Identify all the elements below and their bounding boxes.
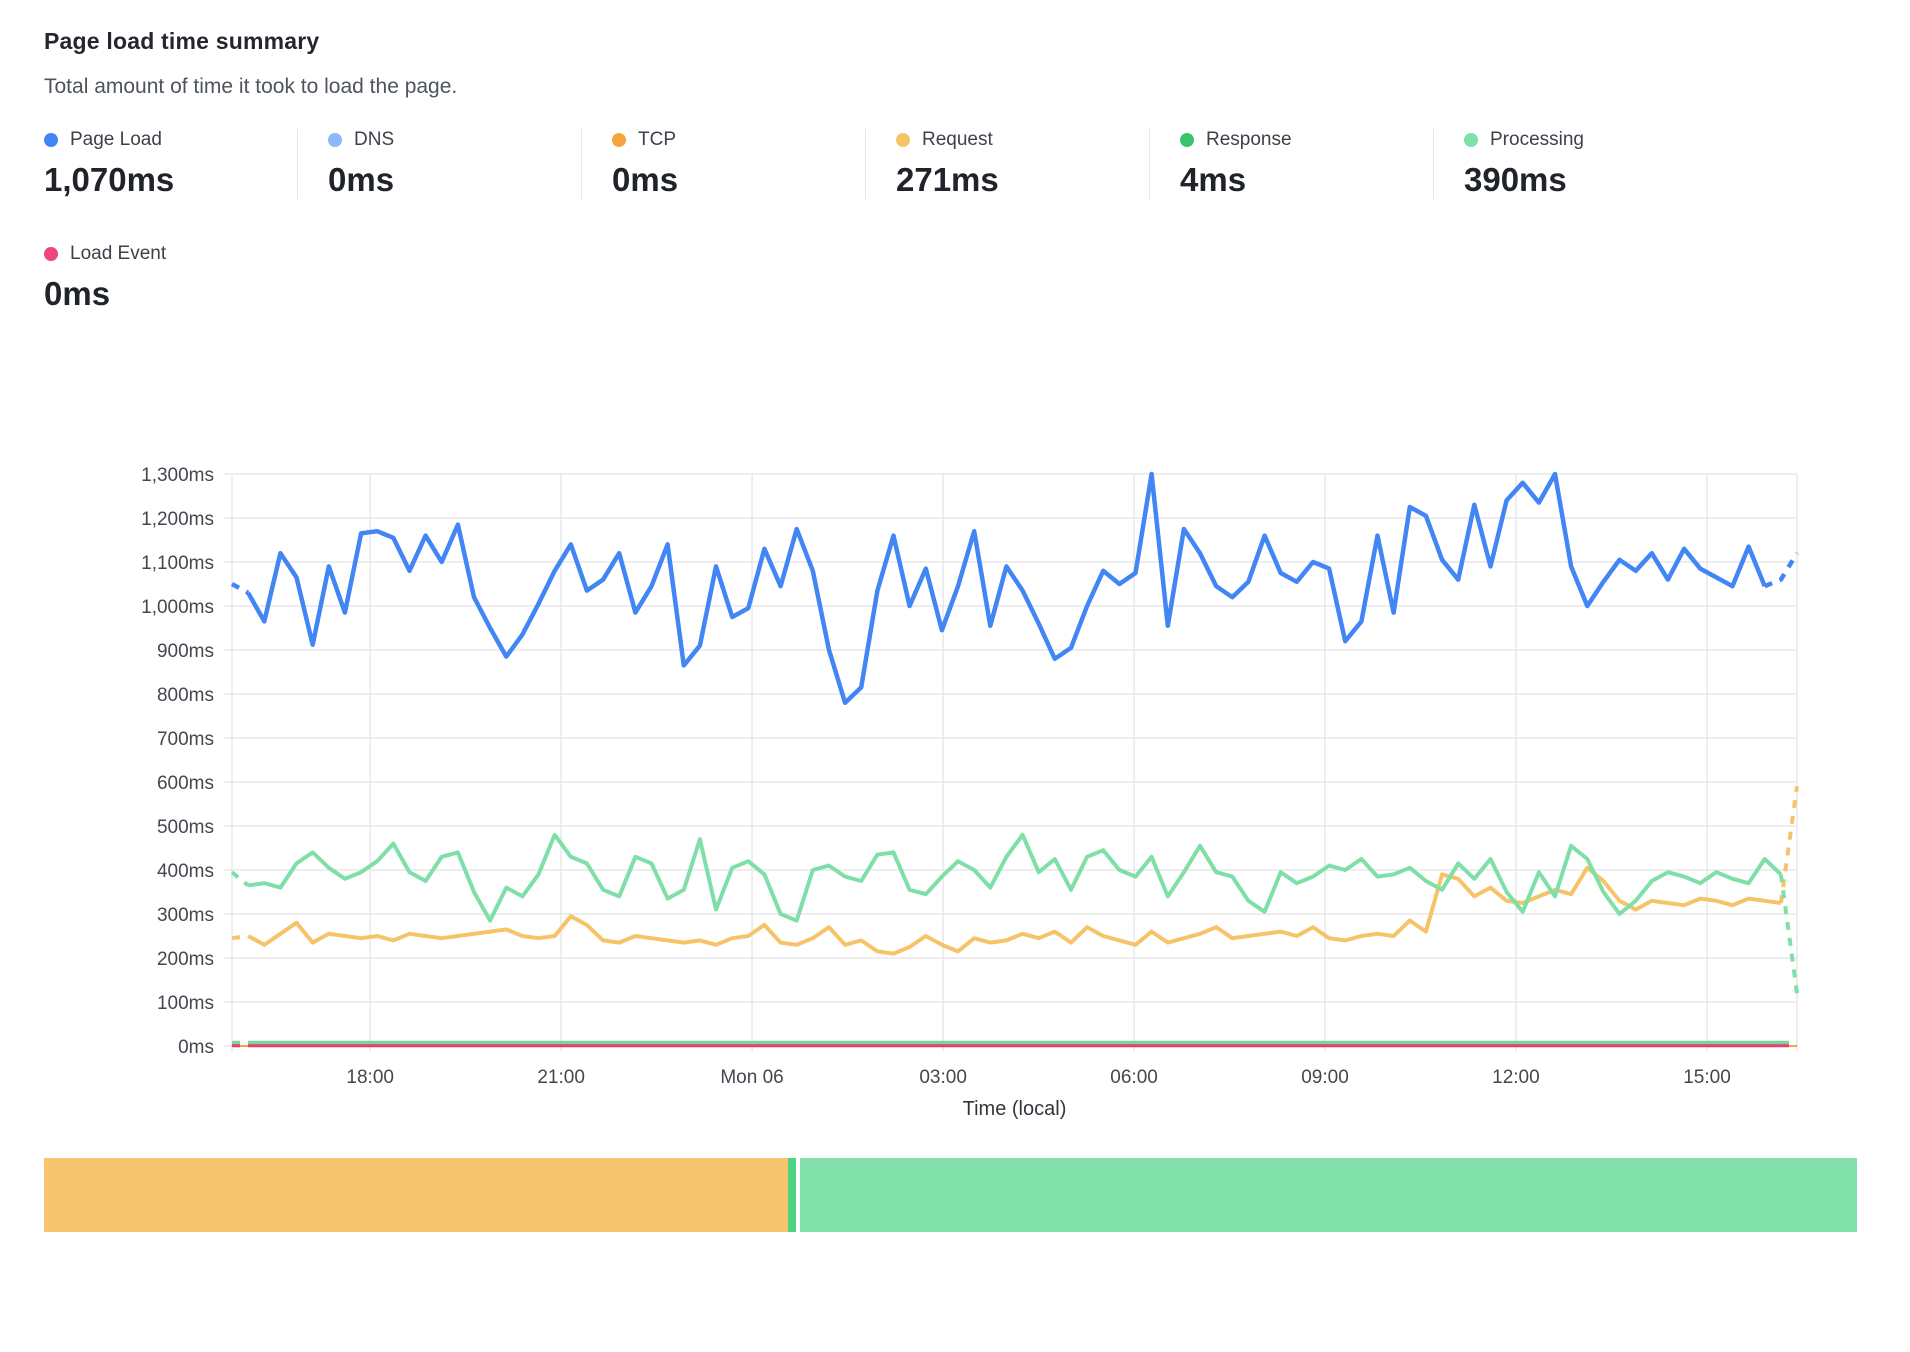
metrics-row: Page Load 1,070ms DNS 0ms TCP 0ms Reques…: [44, 129, 1910, 199]
metric-value: 0ms: [328, 161, 554, 199]
page-title: Page load time summary: [44, 28, 1910, 55]
svg-text:Mon 06: Mon 06: [720, 1067, 783, 1088]
metric-request[interactable]: Request 271ms: [865, 129, 1149, 199]
metric-value: 4ms: [1180, 161, 1406, 199]
svg-text:21:00: 21:00: [537, 1067, 585, 1088]
svg-text:1,000ms: 1,000ms: [141, 597, 214, 618]
metric-label: DNS: [354, 129, 394, 151]
svg-text:12:00: 12:00: [1492, 1067, 1540, 1088]
svg-text:600ms: 600ms: [157, 773, 214, 794]
svg-text:500ms: 500ms: [157, 817, 214, 838]
page-load-dot-icon: [44, 133, 58, 147]
metric-processing[interactable]: Processing 390ms: [1433, 129, 1717, 199]
svg-text:Time (local): Time (local): [963, 1098, 1067, 1120]
metric-value: 390ms: [1464, 161, 1690, 199]
metric-value: 0ms: [612, 161, 838, 199]
dns-dot-icon: [328, 133, 342, 147]
metric-load-event[interactable]: Load Event 0ms: [44, 243, 297, 313]
metric-response[interactable]: Response 4ms: [1149, 129, 1433, 199]
svg-text:1,200ms: 1,200ms: [141, 509, 214, 530]
metric-label: Page Load: [70, 129, 162, 151]
request-dot-icon: [896, 133, 910, 147]
navigator-divider[interactable]: [788, 1158, 796, 1232]
metric-label: Request: [922, 129, 993, 151]
svg-text:200ms: 200ms: [157, 949, 214, 970]
svg-text:15:00: 15:00: [1683, 1067, 1731, 1088]
metric-dns[interactable]: DNS 0ms: [297, 129, 581, 199]
tcp-dot-icon: [612, 133, 626, 147]
svg-text:1,100ms: 1,100ms: [141, 553, 214, 574]
svg-text:1,300ms: 1,300ms: [141, 465, 214, 486]
metric-page-load[interactable]: Page Load 1,070ms: [44, 129, 297, 199]
metric-tcp[interactable]: TCP 0ms: [581, 129, 865, 199]
page-subtitle: Total amount of time it took to load the…: [44, 75, 1910, 99]
page-load-summary-panel: Page load time summary Total amount of t…: [0, 28, 1910, 1232]
svg-text:0ms: 0ms: [178, 1037, 214, 1058]
svg-text:09:00: 09:00: [1301, 1067, 1349, 1088]
metric-label: Processing: [1490, 129, 1584, 151]
metric-value: 0ms: [44, 275, 270, 313]
load-time-chart[interactable]: 0ms 100ms 200ms 300ms 400ms 500ms 600ms 700ms 80…: [0, 383, 1910, 1153]
metric-value: 1,070ms: [44, 161, 270, 199]
response-dot-icon: [1180, 133, 1194, 147]
svg-text:700ms: 700ms: [157, 729, 214, 750]
svg-text:06:00: 06:00: [1110, 1067, 1158, 1088]
metric-label: TCP: [638, 129, 676, 151]
svg-text:03:00: 03:00: [919, 1067, 967, 1088]
load-event-dot-icon: [44, 247, 58, 261]
svg-text:18:00: 18:00: [346, 1067, 394, 1088]
svg-text:100ms: 100ms: [157, 993, 214, 1014]
processing-dot-icon: [1464, 133, 1478, 147]
metric-label: Response: [1206, 129, 1292, 151]
svg-text:400ms: 400ms: [157, 861, 214, 882]
metric-label: Load Event: [70, 243, 166, 265]
svg-text:300ms: 300ms: [157, 905, 214, 926]
svg-text:900ms: 900ms: [157, 641, 214, 662]
navigator-right-segment[interactable]: [800, 1158, 1857, 1232]
chart-area: 0ms 100ms 200ms 300ms 400ms 500ms 600ms 700ms 80…: [0, 383, 1910, 1158]
navigator-left-segment[interactable]: [44, 1158, 788, 1232]
metrics-row-2: Load Event 0ms: [44, 243, 1910, 313]
svg-text:800ms: 800ms: [157, 685, 214, 706]
metric-value: 271ms: [896, 161, 1122, 199]
time-range-navigator[interactable]: [44, 1158, 1857, 1232]
